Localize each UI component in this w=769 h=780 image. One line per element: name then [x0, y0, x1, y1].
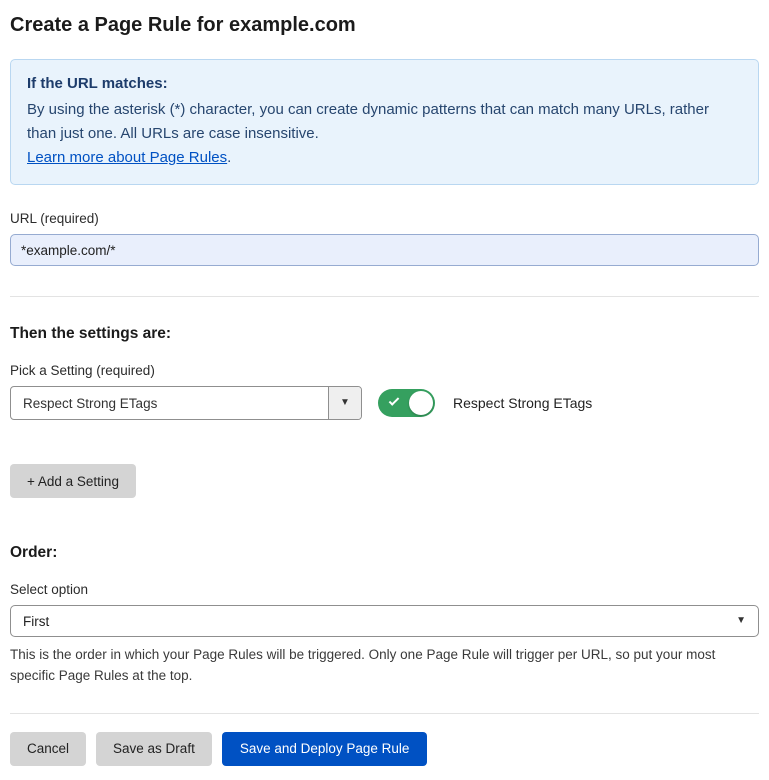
check-icon — [389, 395, 400, 406]
setting-dropdown-caret-button[interactable]: ▼ — [328, 387, 361, 419]
setting-dropdown-value: Respect Strong ETags — [11, 387, 328, 419]
chevron-down-icon: ▼ — [340, 398, 350, 408]
url-input[interactable] — [10, 234, 759, 266]
info-box-link-line: Learn more about Page Rules. — [27, 146, 742, 170]
setting-dropdown[interactable]: Respect Strong ETags ▼ — [10, 386, 362, 420]
setting-row: Respect Strong ETags ▼ Respect Strong ET… — [10, 386, 759, 420]
save-and-deploy-button[interactable]: Save and Deploy Page Rule — [222, 732, 428, 766]
order-heading: Order: — [10, 544, 759, 562]
page-title: Create a Page Rule for example.com — [10, 14, 759, 37]
order-select-label: Select option — [10, 582, 759, 597]
order-help-text: This is the order in which your Page Rul… — [10, 645, 759, 687]
order-select[interactable]: First ▼ — [10, 605, 759, 637]
url-match-info-box: If the URL matches: By using the asteris… — [10, 59, 759, 185]
section-divider — [10, 296, 759, 297]
cancel-button[interactable]: Cancel — [10, 732, 86, 766]
respect-strong-etags-toggle[interactable] — [378, 389, 435, 417]
toggle-label: Respect Strong ETags — [453, 395, 592, 411]
footer-actions: Cancel Save as Draft Save and Deploy Pag… — [10, 732, 759, 766]
info-box-heading: If the URL matches: — [27, 72, 742, 96]
save-as-draft-button[interactable]: Save as Draft — [96, 732, 212, 766]
add-setting-wrap: + Add a Setting — [10, 464, 759, 498]
order-select-value: First — [23, 614, 49, 629]
toggle-knob — [409, 391, 433, 415]
settings-heading: Then the settings are: — [10, 325, 759, 343]
page-rule-form: Create a Page Rule for example.com If th… — [0, 0, 769, 780]
add-setting-button[interactable]: + Add a Setting — [10, 464, 136, 498]
url-field-label: URL (required) — [10, 211, 759, 226]
link-suffix: . — [227, 149, 231, 166]
chevron-down-icon: ▼ — [736, 616, 746, 626]
footer-divider — [10, 713, 759, 714]
info-box-body: By using the asterisk (*) character, you… — [27, 98, 742, 146]
pick-setting-label: Pick a Setting (required) — [10, 363, 759, 378]
learn-more-link[interactable]: Learn more about Page Rules — [27, 149, 227, 166]
